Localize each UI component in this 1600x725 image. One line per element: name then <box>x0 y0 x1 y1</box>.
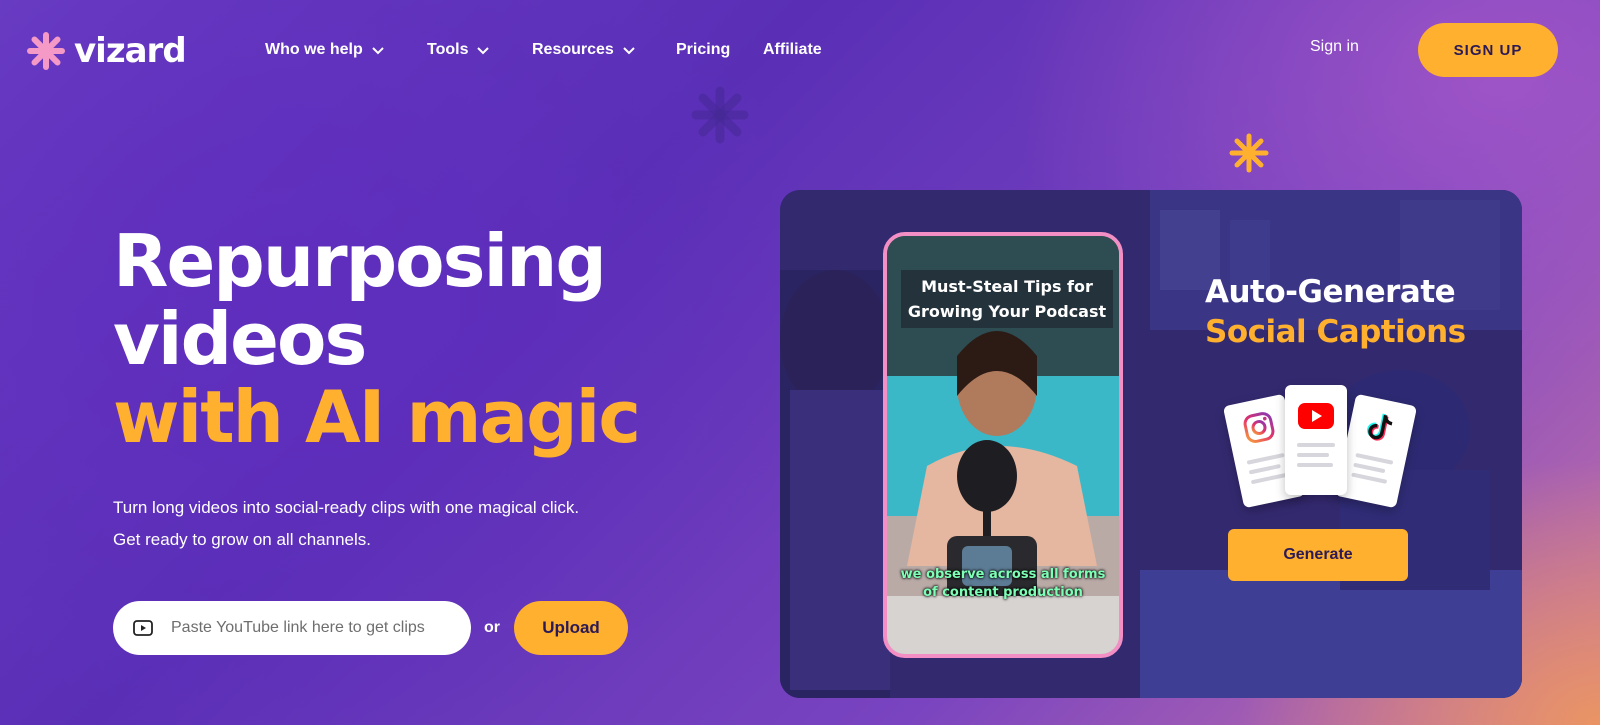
subtext-line-1: Turn long videos into social-ready clips… <box>113 498 580 517</box>
headline-line-1: Repurposing <box>113 219 607 303</box>
vizard-logo-icon <box>27 32 65 70</box>
video-caption-overlay: we observe across all forms of content p… <box>897 566 1109 602</box>
sign-up-button[interactable]: SIGN UP <box>1418 23 1558 77</box>
youtube-link-input[interactable] <box>171 619 461 637</box>
video-play-icon <box>133 620 153 636</box>
nav-resources[interactable]: Resources <box>532 38 636 62</box>
generate-button[interactable]: Generate <box>1228 529 1408 581</box>
headline-line-2: videos <box>113 297 367 381</box>
video-preview-phone[interactable]: Must-Steal Tips for Growing Your Podcast… <box>883 232 1123 658</box>
upload-button[interactable]: Upload <box>514 601 628 655</box>
sparkle-accent-icon <box>1229 133 1269 173</box>
youtube-link-field[interactable] <box>113 601 471 655</box>
nav-affiliate-label: Affiliate <box>763 41 822 58</box>
heading-line-1: Auto-Generate <box>1205 274 1456 310</box>
nav-who-we-help-label: Who we help <box>265 41 363 58</box>
youtube-card <box>1285 385 1347 495</box>
auto-generate-heading: Auto-Generate Social Captions <box>1205 272 1466 352</box>
nav-resources-label: Resources <box>532 41 614 58</box>
logo-text: vizard <box>74 31 187 71</box>
video-title-line-1: Must-Steal Tips for <box>921 277 1093 296</box>
tiktok-icon <box>1367 413 1393 441</box>
tiktok-card <box>1334 393 1418 509</box>
nav-tools-label: Tools <box>427 41 469 58</box>
instagram-icon <box>1243 412 1275 443</box>
subtext-line-2: Get ready to grow on all channels. <box>113 530 371 549</box>
social-platform-cards <box>1222 385 1418 515</box>
chevron-down-icon <box>372 47 384 55</box>
nav-who-we-help[interactable]: Who we help <box>265 38 385 62</box>
hero-subtext: Turn long videos into social-ready clips… <box>113 492 579 556</box>
nav-pricing[interactable]: Pricing <box>676 38 730 62</box>
hero-headline: Repurposing videos with AI magic <box>113 219 641 459</box>
logo[interactable]: vizard <box>26 29 187 73</box>
demo-panel: Must-Steal Tips for Growing Your Podcast… <box>780 190 1522 698</box>
video-title-line-2: Growing Your Podcast <box>907 302 1107 321</box>
headline-line-3: with AI magic <box>113 375 641 459</box>
video-title-overlay: Must-Steal Tips for Growing Your Podcast <box>901 270 1113 328</box>
heading-line-2: Social Captions <box>1205 314 1466 350</box>
sign-in-link[interactable]: Sign in <box>1310 38 1359 56</box>
sparkle-decoration-icon <box>691 86 749 144</box>
top-nav: vizard Who we help Tools Resources Prici… <box>0 0 1600 100</box>
nav-tools[interactable]: Tools <box>427 38 490 62</box>
or-separator: or <box>484 619 500 636</box>
caption-line-2: of content production <box>923 585 1083 600</box>
nav-affiliate[interactable]: Affiliate <box>763 38 822 62</box>
nav-pricing-label: Pricing <box>676 41 731 58</box>
youtube-icon <box>1298 403 1334 429</box>
chevron-down-icon <box>477 47 490 55</box>
caption-line-1: we observe across all forms <box>900 567 1106 582</box>
chevron-down-icon <box>623 47 635 55</box>
